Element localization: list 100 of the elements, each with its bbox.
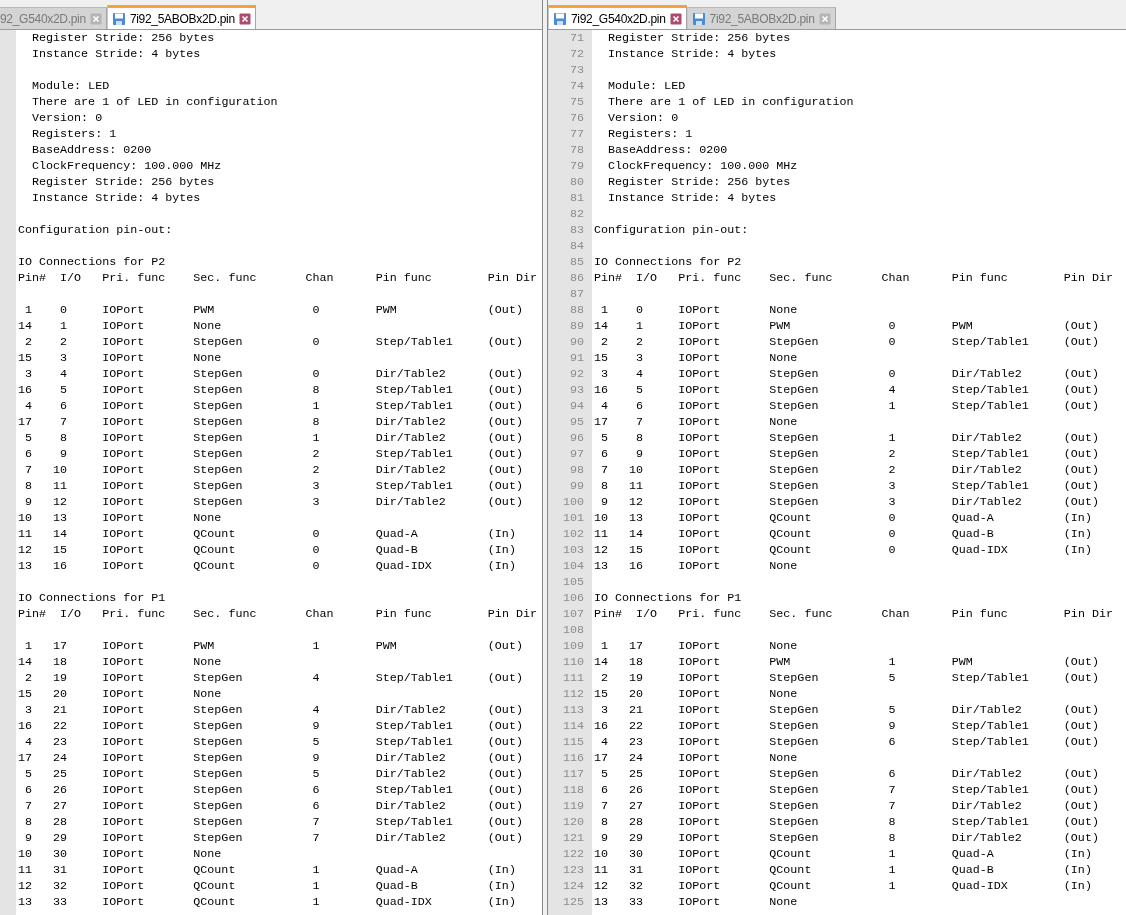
file-tab[interactable]: 7i92_G540x2D.pin bbox=[548, 5, 687, 29]
table-cell: 26 bbox=[53, 782, 68, 798]
table-cell: (Out) bbox=[1063, 702, 1099, 718]
table-cell-text: 0 bbox=[311, 542, 320, 558]
table-cell: (Out) bbox=[1063, 814, 1099, 830]
table-cell: 25 bbox=[629, 766, 644, 782]
table-cell: Dir/Table2 bbox=[951, 462, 1022, 478]
text-line: BaseAddress: 0200 bbox=[607, 142, 728, 158]
line-number: 104 bbox=[561, 558, 585, 574]
line-number: 89 bbox=[568, 318, 585, 334]
table-cell: Quad-A bbox=[375, 526, 418, 542]
table-cell: IOPort bbox=[678, 494, 721, 510]
table-cell-text: 8 bbox=[311, 414, 320, 430]
table-cell: IOPort bbox=[678, 814, 721, 830]
table-cell: IOPort bbox=[678, 526, 721, 542]
table-cell: (Out) bbox=[487, 334, 523, 350]
table-cell: 2 bbox=[636, 334, 644, 350]
text-line: Configuration pin-out: bbox=[18, 222, 173, 238]
table-cell: 15 bbox=[18, 350, 32, 366]
table-cell: 11 bbox=[18, 526, 32, 542]
table-cell: (In) bbox=[1063, 878, 1092, 894]
table-cell: 12 bbox=[594, 878, 608, 894]
table-cell: 16 bbox=[53, 558, 68, 574]
table-cell: 13 bbox=[18, 558, 32, 574]
table-cell: StepGen bbox=[193, 766, 243, 782]
line-number: 118 bbox=[561, 782, 585, 798]
table-cell: Step/Table1 bbox=[375, 814, 453, 830]
table-cell-text: 2 bbox=[311, 462, 320, 478]
line-number: 96 bbox=[568, 430, 585, 446]
table-cell: IOPort bbox=[678, 510, 721, 526]
table-cell: 3 bbox=[25, 366, 32, 382]
table-cell: IOPort bbox=[102, 766, 145, 782]
table-cell: IOPort bbox=[678, 734, 721, 750]
table-cell: 5 bbox=[636, 382, 644, 398]
table-cell: StepGen bbox=[769, 782, 819, 798]
table-cell: 2 bbox=[601, 670, 608, 686]
table-cell: IOPort bbox=[678, 766, 721, 782]
table-cell-text: 5 bbox=[887, 702, 896, 718]
table-cell: Dir/Table2 bbox=[375, 494, 446, 510]
table-cell-text: 0 bbox=[887, 334, 896, 350]
table-cell: 14 bbox=[18, 654, 32, 670]
table-cell-text: 0 bbox=[887, 318, 896, 334]
close-icon[interactable] bbox=[238, 12, 251, 25]
table-cell: 10 bbox=[18, 846, 32, 862]
table-cell: 7 bbox=[25, 462, 32, 478]
line-number: 81 bbox=[568, 190, 585, 206]
table-cell: IOPort bbox=[102, 654, 145, 670]
table-cell: Quad-IDX bbox=[375, 894, 432, 910]
table-cell: (Out) bbox=[487, 446, 523, 462]
column-header: Pri. func bbox=[102, 270, 166, 286]
table-cell: StepGen bbox=[769, 430, 819, 446]
table-cell: Step/Table1 bbox=[375, 782, 453, 798]
table-cell: None bbox=[769, 894, 798, 910]
table-cell: IOPort bbox=[102, 414, 145, 430]
table-cell: StepGen bbox=[193, 382, 243, 398]
table-cell: 9 bbox=[25, 830, 32, 846]
table-cell: 14 bbox=[594, 654, 608, 670]
table-cell: 8 bbox=[25, 478, 32, 494]
table-cell: 14 bbox=[594, 318, 608, 334]
line-number: 113 bbox=[561, 702, 585, 718]
table-cell: IOPort bbox=[102, 798, 145, 814]
table-cell: 31 bbox=[629, 862, 644, 878]
table-cell: IOPort bbox=[102, 462, 145, 478]
table-cell: (Out) bbox=[487, 478, 523, 494]
table-cell-text: 7 bbox=[887, 782, 896, 798]
table-cell: 10 bbox=[18, 510, 32, 526]
table-cell: IOPort bbox=[102, 862, 145, 878]
table-cell: 6 bbox=[25, 782, 32, 798]
line-number: 88 bbox=[568, 302, 585, 318]
table-cell: Step/Table1 bbox=[375, 670, 453, 686]
table-cell: PWM bbox=[193, 638, 215, 654]
table-cell: 28 bbox=[629, 814, 644, 830]
table-cell: PWM bbox=[193, 302, 215, 318]
table-cell: (Out) bbox=[1063, 670, 1099, 686]
line-number: 84 bbox=[568, 238, 585, 254]
table-cell: (Out) bbox=[487, 782, 523, 798]
table-cell: 10 bbox=[594, 510, 608, 526]
table-cell: StepGen bbox=[193, 446, 243, 462]
table-cell: (Out) bbox=[487, 766, 523, 782]
table-cell: QCount bbox=[193, 862, 236, 878]
column-header: I/O bbox=[636, 270, 658, 286]
line-number: 111 bbox=[561, 670, 585, 686]
table-cell: 7 bbox=[25, 798, 32, 814]
file-tab[interactable]: 7i92_5ABOBx2D.pin bbox=[106, 5, 256, 29]
table-cell: Step/Table1 bbox=[951, 334, 1029, 350]
table-cell-text: 5 bbox=[311, 734, 320, 750]
table-cell: 21 bbox=[629, 702, 644, 718]
text-line: Instance Stride: 4 bytes bbox=[31, 190, 201, 206]
close-icon[interactable] bbox=[669, 12, 682, 25]
line-number: 109 bbox=[561, 638, 585, 654]
table-cell: IOPort bbox=[678, 462, 721, 478]
column-header: Pin func bbox=[375, 606, 432, 622]
text-line: There are 1 of LED in configuration bbox=[607, 94, 854, 110]
table-cell: StepGen bbox=[769, 814, 819, 830]
table-cell: 3 bbox=[636, 350, 644, 366]
table-cell: StepGen bbox=[193, 798, 243, 814]
table-cell: StepGen bbox=[193, 462, 243, 478]
table-cell-text: 0 bbox=[887, 366, 896, 382]
table-cell: Quad-B bbox=[375, 878, 418, 894]
table-cell: IOPort bbox=[678, 446, 721, 462]
